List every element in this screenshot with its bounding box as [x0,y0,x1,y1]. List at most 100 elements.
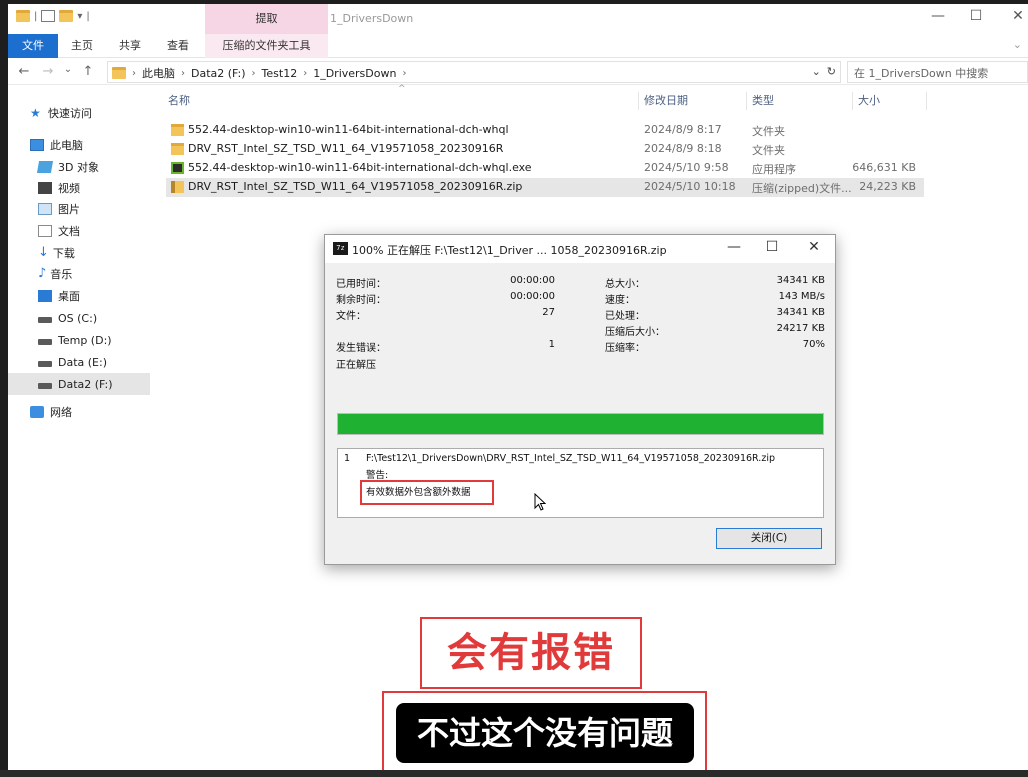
new-folder-icon[interactable] [59,10,74,22]
column-divider[interactable] [852,92,853,110]
message-path: F:\Test12\1_DriversDown\DRV_RST_Intel_SZ… [366,453,775,464]
address-box[interactable]: › 此电脑 › Data2 (F:) › Test12 › 1_DriversD… [107,61,841,83]
tab-share[interactable]: 共享 [112,34,148,58]
file-type: 文件夹 [752,144,785,157]
file-row[interactable]: 552.44-desktop-win10-win11-64bit-interna… [166,121,924,140]
files-label: 文件： [336,311,366,322]
refresh-icon[interactable]: ↻ [827,65,836,78]
maximize-button[interactable]: ☐ [966,8,986,24]
file-date: 2024/8/9 8:18 [644,142,722,155]
dialog-close-button[interactable]: ✕ [803,239,825,255]
folder-icon [112,67,126,79]
document-icon [38,225,52,237]
folder-icon[interactable] [16,10,30,22]
column-header-size[interactable]: 大小 [858,90,880,112]
sidebar-item-label: Data2 (F:) [58,377,113,391]
chevron-right-icon[interactable]: › [303,68,307,79]
sidebar-item-desktop[interactable]: 桌面 [8,285,150,307]
file-row[interactable]: 552.44-desktop-win10-win11-64bit-interna… [166,159,924,178]
caption-box: 不过这个没有问题 [382,691,707,772]
video-icon [38,182,52,194]
speed-label: 速度： [605,295,635,306]
column-divider[interactable] [638,92,639,110]
column-divider[interactable] [926,92,927,110]
warning-label: 警告: [366,470,389,481]
sidebar-item-drive-e[interactable]: Data (E:) [8,351,150,373]
files-value: 27 [542,307,555,318]
sidebar-item-label: 下载 [52,247,75,260]
forward-arrow-icon[interactable]: → [40,64,56,79]
sidebar-item-drive-c[interactable]: OS (C:) [8,307,150,329]
sidebar-item-quick-access[interactable]: ★ 快速访问 [8,102,150,124]
sidebar-item-3d-objects[interactable]: 3D 对象 [8,156,150,178]
sidebar-item-label: 快速访问 [48,107,92,120]
dialog-title-bar: 7z 100% 正在解压 F:\Test12\1_Driver ... 1058… [325,235,835,263]
recent-locations-icon[interactable]: ⌄ [60,64,76,75]
tab-view[interactable]: 查看 [160,34,196,58]
speed-value: 143 MB/s [778,291,825,302]
column-header-type[interactable]: 类型 [752,90,774,112]
title-bar: | ▾ | 提取 1_DriversDown — ☐ ✕ [8,4,1028,34]
video-frame: | ▾ | 提取 1_DriversDown — ☐ ✕ 文件 主页 共享 查看… [0,0,1028,777]
chevron-right-icon[interactable]: › [181,68,185,79]
extraction-dialog: 7z 100% 正在解压 F:\Test12\1_Driver ... 1058… [324,234,836,565]
chevron-right-icon[interactable]: › [132,68,136,79]
breadcrumb-this-pc[interactable]: 此电脑 [142,65,175,81]
minimize-button[interactable]: — [928,8,948,24]
file-row[interactable]: DRV_RST_Intel_SZ_TSD_W11_64_V19571058_20… [166,140,924,159]
drive-icon [38,317,52,323]
tab-file[interactable]: 文件 [8,34,58,58]
column-header-date[interactable]: 修改日期 [644,90,688,112]
picture-icon [38,203,52,215]
dialog-title: 100% 正在解压 F:\Test12\1_Driver ... 1058_20… [352,244,667,257]
sidebar-item-drive-f[interactable]: Data2 (F:) [8,373,150,395]
dialog-maximize-button[interactable]: ☐ [761,239,783,255]
column-divider[interactable] [746,92,747,110]
search-input[interactable]: 在 1_DriversDown 中搜索 [847,61,1028,83]
breadcrumb-test12[interactable]: Test12 [262,67,298,80]
message-list[interactable]: 1 F:\Test12\1_DriversDown\DRV_RST_Intel_… [337,448,824,518]
properties-icon[interactable] [41,10,56,22]
file-size: 24,223 KB [859,180,916,193]
file-row-selected[interactable]: DRV_RST_Intel_SZ_TSD_W11_64_V19571058_20… [166,178,924,197]
remaining-value: 00:00:00 [510,291,555,302]
close-button[interactable]: ✕ [1008,8,1028,24]
column-header-name[interactable]: 名称 [168,90,190,112]
message-index: 1 [344,453,351,464]
up-arrow-icon[interactable]: ↑ [80,64,96,79]
sidebar-item-this-pc[interactable]: 此电脑 [8,134,150,156]
sidebar-item-label: 文档 [58,225,80,238]
tab-compressed-folder-tools[interactable]: 压缩的文件夹工具 [205,34,328,58]
file-date: 2024/5/10 9:58 [644,161,729,174]
remaining-label: 剩余时间： [336,295,386,306]
sidebar-item-drive-d[interactable]: Temp (D:) [8,329,150,351]
tab-extract[interactable]: 提取 [205,4,328,34]
file-type: 应用程序 [752,163,796,176]
ratio-value: 70% [802,339,825,350]
back-arrow-icon[interactable]: ← [16,64,32,79]
sidebar-item-downloads[interactable]: ↓ 下载 [8,242,150,264]
compressed-size-value: 24217 KB [776,323,825,334]
file-size: 646,631 KB [852,161,916,174]
sidebar-item-documents[interactable]: 文档 [8,220,150,242]
chevron-right-icon[interactable]: › [252,68,256,79]
file-date: 2024/5/10 10:18 [644,180,736,193]
sidebar-item-music[interactable]: ♪ 音乐 [8,263,150,285]
breadcrumb-driversdown[interactable]: 1_DriversDown [313,67,396,80]
chevron-right-icon[interactable]: › [402,68,406,79]
file-name: 552.44-desktop-win10-win11-64bit-interna… [188,161,532,174]
close-dialog-button[interactable]: 关闭(C) [716,528,822,549]
explorer-window: | ▾ | 提取 1_DriversDown — ☐ ✕ 文件 主页 共享 查看… [8,4,1028,772]
cube-icon [36,161,54,173]
customize-toolbar-icon[interactable]: ▾ [77,11,82,22]
separator: | [86,10,90,22]
sidebar-item-network[interactable]: 网络 [8,401,150,423]
tab-home[interactable]: 主页 [64,34,100,58]
sidebar-item-pictures[interactable]: 图片 [8,198,150,220]
sidebar-item-videos[interactable]: 视频 [8,177,150,199]
breadcrumb-data2[interactable]: Data2 (F:) [191,67,246,80]
address-dropdown-icon[interactable]: ⌄ [812,65,821,78]
ribbon: 文件 主页 共享 查看 压缩的文件夹工具 ⌄ [8,34,1028,58]
dialog-minimize-button[interactable]: — [723,239,745,255]
expand-ribbon-icon[interactable]: ⌄ [1013,38,1022,51]
